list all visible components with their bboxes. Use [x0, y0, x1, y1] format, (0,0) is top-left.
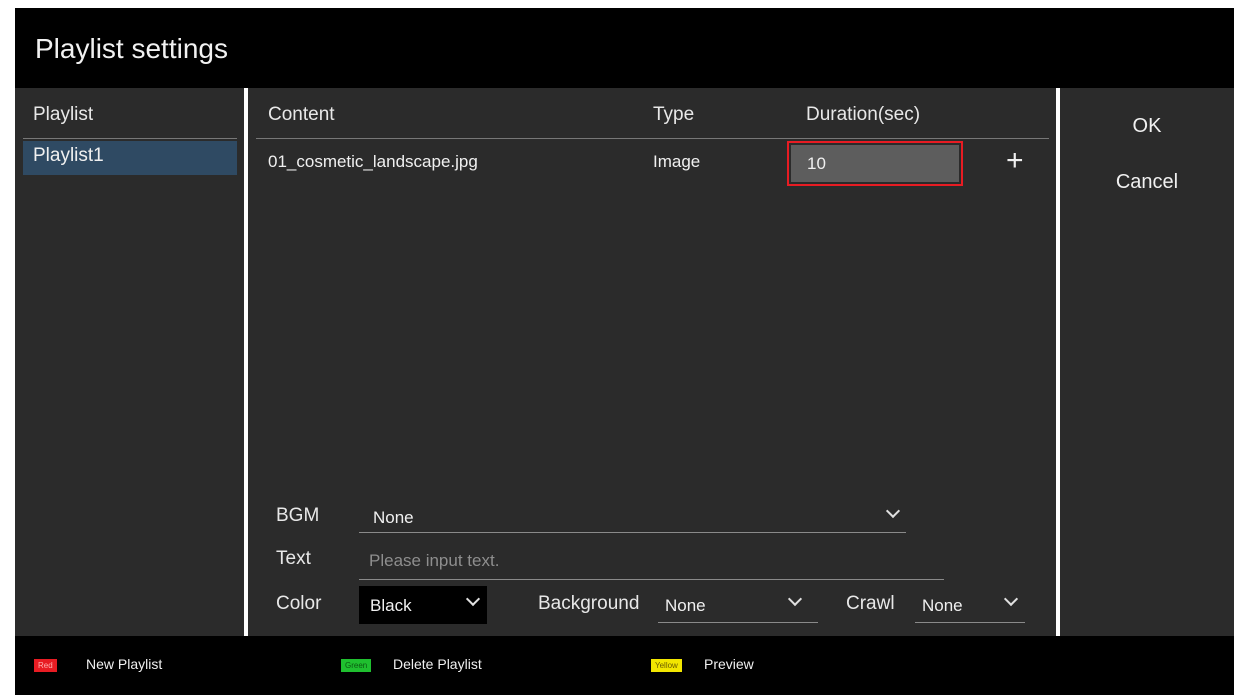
type-column-header: Type	[653, 104, 695, 125]
delete-playlist-hint[interactable]: Delete Playlist	[393, 656, 482, 672]
content-column-header: Content	[268, 104, 335, 125]
color-label: Color	[276, 593, 322, 614]
footer-key-hints: Red New Playlist Green Delete Playlist Y…	[15, 636, 1234, 695]
title-bar: Playlist settings	[15, 8, 1234, 88]
preview-hint[interactable]: Preview	[704, 656, 754, 672]
bgm-label: BGM	[276, 505, 320, 526]
playlist-settings-screen: Playlist settings Playlist Playlist1 Con…	[0, 0, 1234, 695]
yellow-key-badge: Yellow	[651, 659, 682, 672]
text-input-placeholder[interactable]: Please input text.	[369, 551, 499, 571]
content-header-divider	[256, 138, 1049, 139]
crawl-select-value[interactable]: None	[922, 596, 963, 616]
background-label: Background	[538, 593, 640, 614]
playlist-panel: Playlist Playlist1	[15, 88, 244, 636]
cancel-button[interactable]: Cancel	[1060, 171, 1234, 194]
action-panel: OK Cancel	[1060, 88, 1234, 636]
plus-icon[interactable]: +	[1006, 146, 1024, 176]
crawl-underline	[915, 622, 1025, 623]
content-panel: Content Type Duration(sec) 01_cosmetic_l…	[248, 88, 1056, 636]
playlist-item-playlist1[interactable]: Playlist1	[23, 141, 237, 175]
crawl-chevron-down-icon[interactable]	[1003, 591, 1019, 607]
content-type: Image	[653, 152, 701, 171]
bgm-select-value[interactable]: None	[373, 508, 414, 528]
background-select-value[interactable]: None	[665, 596, 706, 616]
duration-value: 10	[807, 154, 826, 173]
crawl-label: Crawl	[846, 593, 895, 614]
content-filename: 01_cosmetic_landscape.jpg	[268, 152, 478, 171]
green-key-badge: Green	[341, 659, 372, 672]
new-playlist-hint[interactable]: New Playlist	[86, 656, 162, 672]
duration-column-header: Duration(sec)	[806, 104, 921, 125]
bgm-chevron-down-icon[interactable]	[885, 503, 901, 519]
color-select-value[interactable]: Black	[370, 596, 412, 616]
playlist-header: Playlist	[33, 104, 94, 125]
background-underline	[658, 622, 818, 623]
text-label: Text	[276, 548, 311, 569]
duration-input[interactable]: 10	[787, 141, 963, 186]
bgm-underline	[359, 532, 906, 533]
ok-button[interactable]: OK	[1060, 115, 1234, 138]
page-title: Playlist settings	[35, 33, 228, 64]
playlist-divider	[23, 138, 237, 139]
background-chevron-down-icon[interactable]	[787, 591, 803, 607]
text-input-underline	[359, 579, 944, 580]
red-key-badge: Red	[34, 659, 57, 672]
